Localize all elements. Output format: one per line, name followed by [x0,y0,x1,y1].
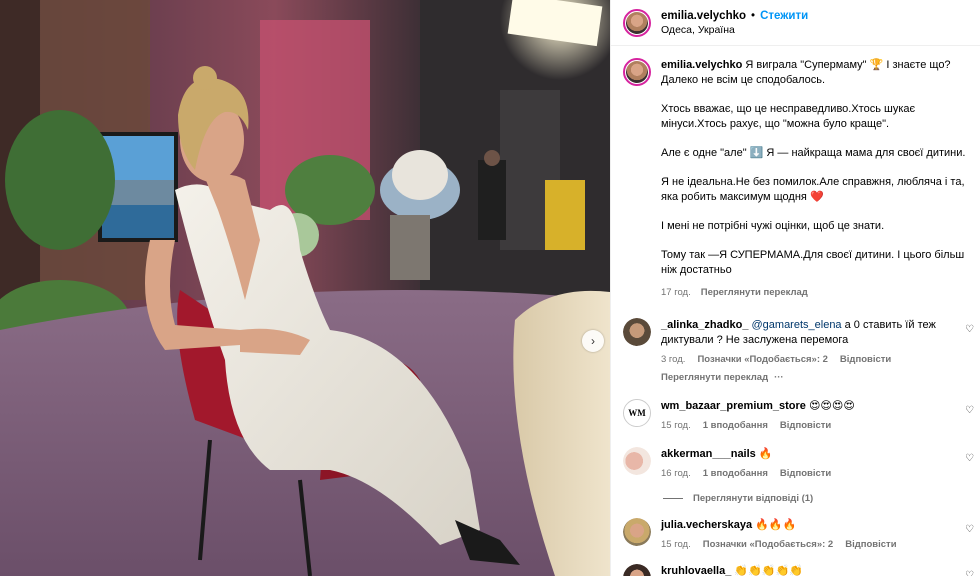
comment-text: 🔥🔥🔥 [752,519,797,531]
caption-username[interactable]: emilia.velychko [661,59,742,71]
caption-paragraph: Тому так —Я СУПЕРМАМА.Для своєї дитини. … [661,249,965,276]
follow-button[interactable]: Стежити [760,10,808,22]
comment-username[interactable]: wm_bazaar_premium_store [661,400,806,412]
comment-avatar-image: WM [624,400,650,426]
comment-username[interactable]: julia.vecherskaya [661,519,752,531]
comment-avatar[interactable] [623,564,651,576]
chevron-right-icon: › [591,334,595,348]
heart-icon[interactable]: ♡ [965,453,974,464]
comment-avatar[interactable] [623,318,651,346]
comment-text: 🔥 [755,448,773,460]
header-text: emilia.velychko • Стежити Одеса, Україна [661,10,808,36]
comment-body: kruhlovaella_ 👏👏👏👏👏 [661,564,961,576]
comment-time[interactable]: 16 год. [661,466,691,481]
photo-illustration [0,0,610,576]
comment-likes[interactable]: Позначки «Подобається»: 2 [703,537,833,552]
comment-reply-button[interactable]: Відповісти [780,418,831,433]
comment-username[interactable]: akkerman___nails [661,448,756,460]
post-caption-block: emilia.velychko Я виграла "Супермаму" 🏆 … [611,46,980,300]
header-line: emilia.velychko • Стежити [661,10,808,22]
comment-meta: 3 год. Позначки «Подобається»: 2 Відпові… [661,352,961,367]
caption-meta: 17 год. Переглянути переклад [661,285,968,300]
comment-reply-button[interactable]: Відповісти [845,537,896,552]
heart-icon[interactable]: ♡ [965,570,974,576]
comment-reply-button[interactable]: Відповісти [780,466,831,481]
comment-username[interactable]: _alinka_zhadko_ [661,319,748,331]
comment-avatar[interactable] [623,518,651,546]
post-caption: emilia.velychko Я виграла "Супермаму" 🏆 … [661,58,968,300]
comment-time[interactable]: 15 год. [661,418,691,433]
comment-meta: 16 год. 1 вподобання Відповісти [661,466,961,481]
author-avatar-image [626,11,648,34]
comment-mention[interactable]: @gamarets_elena [752,319,842,331]
caption-paragraph: emilia.velychko Я виграла "Супермаму" 🏆 … [661,58,968,88]
comment-meta: 15 год. Позначки «Подобається»: 2 Відпов… [661,537,961,552]
comment-text: 😍😍😍😍 [805,400,855,412]
caption-avatar[interactable] [623,58,651,86]
comment-username[interactable]: kruhlovaella_ [661,565,731,576]
caption-paragraph: Я не ідеальна.Не без помилок.Але справжн… [661,176,965,203]
post-dialog: › emilia.velychko • Стежити Одеса, Украї… [0,0,980,576]
comment-body: _alinka_zhadko_ @gamarets_elena а 0 став… [661,318,961,385]
view-replies-label: Переглянути відповіді (1) [693,493,814,504]
comment-translate-button[interactable]: Переглянути переклад [661,370,768,385]
comment-likes[interactable]: Позначки «Подобається»: 2 [697,352,827,367]
comment-avatar-image [623,447,651,475]
comment-time[interactable]: 3 год. [661,352,685,367]
comment-avatar[interactable]: WM [623,399,651,427]
author-avatar[interactable] [623,8,651,37]
caption-paragraph: І мені не потрібні чужі оцінки, щоб це з… [661,220,885,232]
comment-more-button[interactable]: ··· [774,370,784,385]
next-photo-button[interactable]: › [582,330,604,352]
comment: WM wm_bazaar_premium_store 😍😍😍😍 15 год. … [611,399,980,433]
comment-avatar-image [623,564,651,576]
replies-divider [663,498,683,499]
caption-paragraph: Хтось вважає, що це несправедливо.Хтось … [661,103,916,130]
caption-translate-button[interactable]: Переглянути переклад [701,285,808,300]
comment-time[interactable]: 15 год. [661,537,691,552]
comment-likes[interactable]: 1 вподобання [703,418,768,433]
post-location[interactable]: Одеса, Україна [661,24,808,36]
comment-body: wm_bazaar_premium_store 😍😍😍😍 15 год. 1 в… [661,399,961,433]
caption-avatar-image [626,61,648,83]
comment-avatar[interactable] [623,447,651,475]
post-header: emilia.velychko • Стежити Одеса, Україна [611,0,980,46]
heart-icon[interactable]: ♡ [965,524,974,535]
caption-paragraph: Але є одне "але" ⬇️ Я — найкраща мама дл… [661,147,966,159]
comment-body: julia.vecherskaya 🔥🔥🔥 15 год. Позначки «… [661,518,961,552]
comment-text: 👏👏👏👏👏 [731,565,803,576]
comment-meta: 15 год. 1 вподобання Відповісти [661,418,961,433]
post-photo[interactable]: › [0,0,610,576]
comment: _alinka_zhadko_ @gamarets_elena а 0 став… [611,318,980,385]
comment-reply-button[interactable]: Відповісти [840,352,891,367]
comment-avatar-image [623,318,651,346]
author-username[interactable]: emilia.velychko [661,10,746,22]
comment-body: akkerman___nails 🔥 16 год. 1 вподобання … [661,447,961,481]
heart-icon[interactable]: ♡ [965,324,974,335]
post-side-panel: emilia.velychko • Стежити Одеса, Україна… [610,0,980,576]
comment-translate-line: Переглянути переклад ··· [661,370,961,385]
comment-likes[interactable]: 1 вподобання [703,466,768,481]
comment-avatar-image [623,518,651,546]
header-separator: • [751,9,756,22]
comment: kruhlovaella_ 👏👏👏👏👏 ♡ [611,564,980,576]
caption-time[interactable]: 17 год. [661,285,691,300]
view-replies-button[interactable]: Переглянути відповіді (1) [611,493,980,504]
comment: akkerman___nails 🔥 16 год. 1 вподобання … [611,447,980,481]
heart-icon[interactable]: ♡ [965,405,974,416]
comment: julia.vecherskaya 🔥🔥🔥 15 год. Позначки «… [611,518,980,552]
